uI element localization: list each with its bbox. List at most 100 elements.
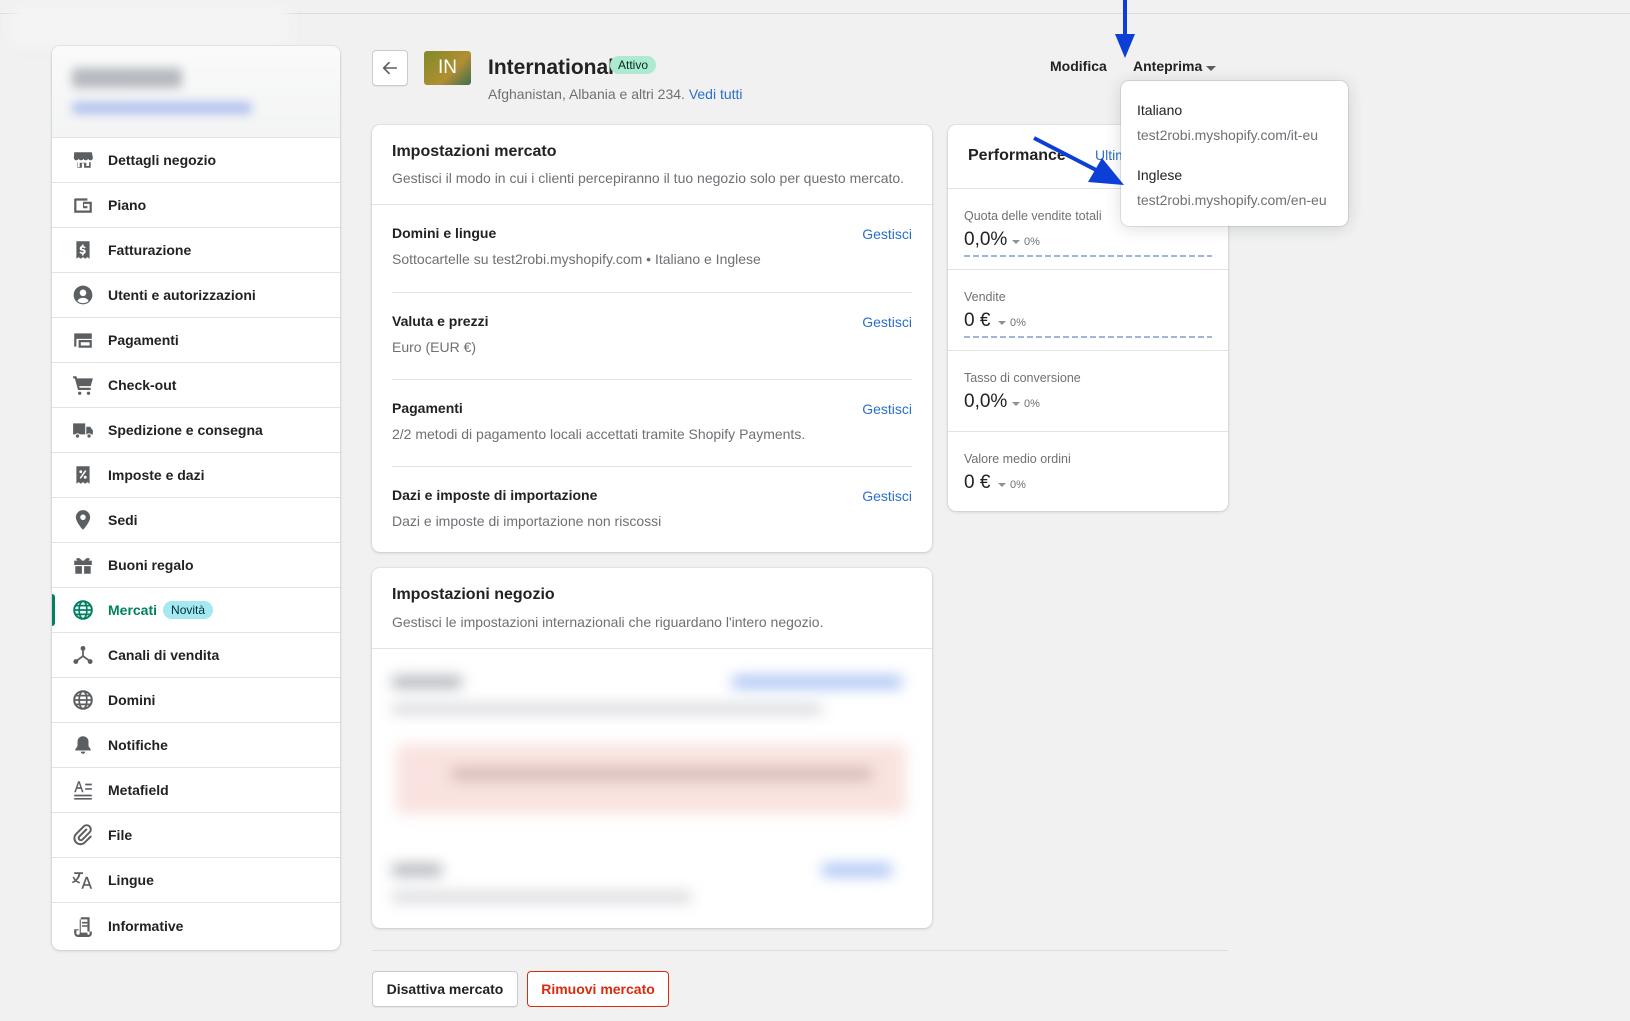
sidebar-item-label: Pagamenti [108,332,179,348]
preview-button[interactable]: Anteprima [1133,58,1202,74]
metric-delta: 0% [1012,236,1040,248]
redacted-content [372,650,932,928]
sidebar-item-label: Fatturazione [108,242,192,258]
settings-sidebar: Dettagli negozio Piano Fatturazione Uten… [52,46,340,950]
policy-icon [74,916,92,937]
currency-pricing-section: Valuta e prezzi Euro (EUR €) Gestisci [392,292,912,379]
sparkline [964,255,1212,257]
sidebar-item-domini[interactable]: Domini [52,678,340,723]
sidebar-item-label: Spedizione e consegna [108,422,263,438]
section-desc: Euro (EUR €) [392,339,477,355]
manage-payments-link[interactable]: Gestisci [862,401,912,417]
metric-aov: Valore medio ordini 0 € 0% [948,431,1228,511]
section-title: Pagamenti [392,400,463,416]
sidebar-item-label: Informative [108,917,184,934]
store-icon [73,152,93,168]
page-title: International [488,56,615,79]
domains-languages-section: Domini e lingue Sottocartelle su test2ro… [392,205,912,292]
sidebar-item-label: Piano [108,197,147,213]
card-subtitle: Gestisci il modo in cui i clienti percep… [392,170,905,186]
metric-label: Tasso di conversione [964,371,1081,385]
caret-down-icon [1012,402,1020,407]
sidebar-item-imposte[interactable]: Imposte e dazi [52,453,340,498]
duties-section: Dazi e imposte di importazione Dazi e im… [392,466,912,553]
sparkline [964,336,1212,338]
metric-conversion: Tasso di conversione 0,0% 0% [948,350,1228,431]
remove-market-button[interactable]: Rimuovi mercato [527,971,669,1007]
sidebar-item-label: Buoni regalo [108,557,194,573]
card-title: Impostazioni mercato [392,143,557,160]
card-subtitle: Gestisci le impostazioni internazionali … [392,614,824,630]
sidebar-item-pagamenti[interactable]: Pagamenti [52,318,340,363]
sidebar-item-piano[interactable]: Piano [52,183,340,228]
sidebar-item-fatturazione[interactable]: Fatturazione [52,228,340,273]
sidebar-item-file[interactable]: File [52,813,340,858]
sidebar-item-utenti[interactable]: Utenti e autorizzazioni [52,273,340,318]
chevron-down-icon[interactable] [1206,66,1216,71]
billing-icon [76,241,90,259]
channels-icon [73,645,93,665]
sidebar-item-label: Sedi [108,512,138,528]
sidebar-item-label: Imposte e dazi [108,467,205,483]
sidebar-item-informative[interactable]: Informative [52,903,340,948]
deactivate-market-button[interactable]: Disattiva mercato [372,971,518,1007]
metafield-icon [74,781,92,800]
sidebar-item-lingue[interactable]: Lingue [52,858,340,903]
back-button[interactable] [372,50,408,86]
section-title: Domini e lingue [392,225,497,241]
redacted-store-email [72,102,252,114]
option-url: test2robi.myshopify.com/en-eu [1137,192,1327,208]
sidebar-item-label: Lingue [108,872,154,888]
sidebar-item-metafield[interactable]: Metafield [52,768,340,813]
metric-label: Vendite [964,290,1006,304]
section-title: Dazi e imposte di importazione [392,487,598,503]
section-desc: Sottocartelle su test2robi.myshopify.com… [392,251,761,267]
cart-icon [73,376,93,395]
metric-label: Valore medio ordini [964,452,1071,466]
sidebar-item-sedi[interactable]: Sedi [52,498,340,543]
status-badge: Attivo [610,56,657,74]
edit-button[interactable]: Modifica [1050,58,1107,74]
metric-label: Quota delle vendite totali [964,209,1102,223]
caret-down-icon [1012,240,1020,245]
manage-currency-link[interactable]: Gestisci [862,314,912,330]
user-icon [73,285,93,305]
sidebar-item-dettagli-negozio[interactable]: Dettagli negozio [52,138,340,183]
metric-delta: 0% [1012,398,1040,410]
market-countries: Afghanistan, Albania e altri 234. Vedi t… [488,86,743,102]
new-badge: Novità [163,601,214,619]
section-desc: 2/2 metodi di pagamento locali accettati… [392,426,806,442]
metric-delta: 0% [998,317,1026,329]
option-url: test2robi.myshopify.com/it-eu [1137,127,1319,143]
sidebar-item-label: Notifiche [108,737,168,753]
sidebar-item-label: Check-out [108,377,177,393]
tax-icon [76,466,90,484]
store-settings-card: Impostazioni negozio Gestisci le imposta… [372,568,932,928]
footer-divider [372,950,1228,951]
sidebar-item-label: Mercati [108,602,158,618]
countries-summary: Afghanistan, Albania e altri 234. [488,86,685,102]
caret-down-icon [998,483,1006,488]
view-all-link[interactable]: Vedi tutti [689,86,743,102]
sidebar-item-buoni-regalo[interactable]: Buoni regalo [52,543,340,588]
metric-value: 0,0% [964,391,1008,412]
sidebar-item-spedizione[interactable]: Spedizione e consegna [52,408,340,453]
metric-value: 0,0% [964,229,1008,250]
preview-dropdown-menu: Italiano test2robi.myshopify.com/it-eu I… [1121,81,1348,226]
sidebar-item-mercati[interactable]: Mercati Novità [52,588,340,633]
payments-icon [74,333,92,348]
preview-option-inglese[interactable]: Inglese test2robi.myshopify.com/en-eu [1137,167,1327,208]
section-title: Valuta e prezzi [392,313,489,329]
option-language: Italiano [1137,102,1183,118]
sidebar-item-checkout[interactable]: Check-out [52,363,340,408]
manage-duties-link[interactable]: Gestisci [862,488,912,504]
sidebar-item-notifiche[interactable]: Notifiche [52,723,340,768]
domains-icon [73,690,93,710]
preview-option-italiano[interactable]: Italiano test2robi.myshopify.com/it-eu [1137,102,1318,143]
divider [372,648,932,649]
redacted-store-name [72,68,182,88]
sidebar-item-label: Canali di vendita [108,647,220,663]
truck-icon [73,423,93,439]
manage-domains-link[interactable]: Gestisci [862,226,912,242]
sidebar-item-canali[interactable]: Canali di vendita [52,633,340,678]
